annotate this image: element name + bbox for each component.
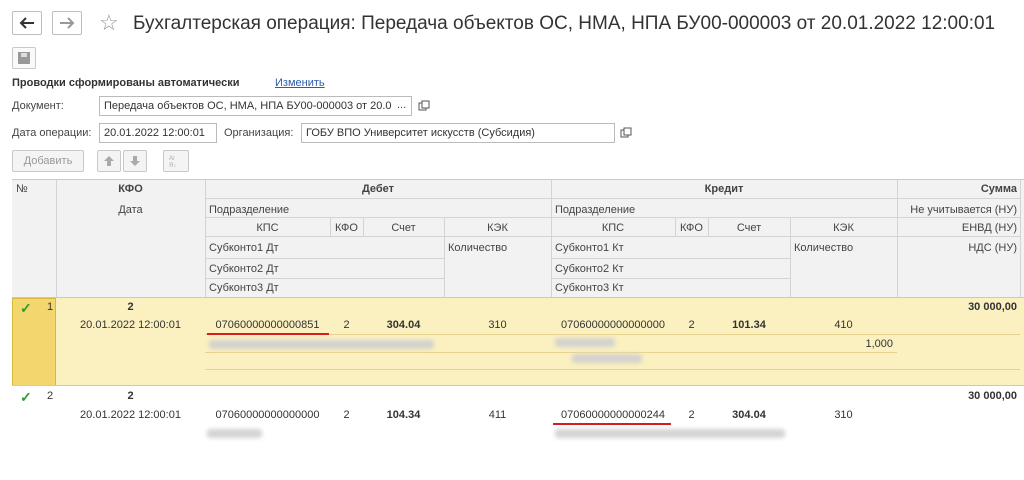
auto-postings-label: Проводки сформированы автоматически [12,77,240,89]
col-dt-account[interactable]: Счет [363,222,444,234]
col-dt-qty[interactable]: Количество [448,242,507,254]
move-up-button[interactable] [97,150,121,172]
redacted-text [555,338,615,347]
posted-check-icon: ✓ [20,300,32,316]
col-kt-kek[interactable]: КЭК [790,222,897,234]
open-org-button[interactable] [616,123,636,143]
open-document-button[interactable] [414,96,434,116]
move-down-button[interactable] [123,150,147,172]
col-dt-sub2[interactable]: Субконто2 Дт [209,263,279,275]
row-sum: 30 000,00 [968,390,1017,402]
col-kt-division[interactable]: Подразделение [555,204,635,216]
underline-mark [553,423,671,425]
change-link[interactable]: Изменить [275,77,325,89]
underline-mark [207,333,329,335]
row-kfo: 2 [127,390,134,402]
redacted-text [555,429,785,438]
star-icon[interactable]: ☆ [99,12,119,34]
document-label: Документ: [12,100,64,112]
row-kt-kps: 07060000000000244 [560,409,665,421]
redacted-text [572,354,642,363]
row-dt-kps: 07060000000000851 [215,319,320,331]
col-credit[interactable]: Кредит [551,183,897,195]
date-label: Дата операции: [12,127,92,139]
row-date: 20.01.2022 12:00:01 [80,319,181,331]
col-dt-kfo[interactable]: КФО [330,222,363,234]
arrow-down-icon [130,156,140,166]
col-kt-sub1[interactable]: Субконто1 Кт [555,242,624,254]
col-dt-sub3[interactable]: Субконто3 Дт [209,282,279,294]
col-kfo[interactable]: КФО [56,183,205,195]
col-dt-kps[interactable]: КПС [205,222,330,234]
redacted-text [209,340,434,349]
svg-text:Я↓: Я↓ [169,163,176,168]
col-num[interactable]: № [16,183,28,195]
redacted-text [207,429,262,438]
col-kt-sub2[interactable]: Субконто2 Кт [555,263,624,275]
add-button[interactable]: Добавить [12,150,84,172]
back-button[interactable] [12,11,42,35]
arrow-right-icon [60,17,75,29]
row-dt-kek: 411 [488,409,507,421]
col-kt-kps[interactable]: КПС [551,222,675,234]
save-button[interactable] [12,47,36,69]
row-date: 20.01.2022 12:00:01 [80,409,181,421]
row-kt-kek: 310 [834,409,853,421]
col-sum[interactable]: Сумма [897,183,1017,195]
row-dt-kfo: 2 [343,319,350,331]
row-dt-account: 304.04 [386,319,421,331]
col-kt-sub3[interactable]: Субконто3 Кт [555,282,624,294]
row-num: 1 [47,301,54,313]
col-date[interactable]: Дата [56,204,205,216]
row-kt-kfo: 2 [688,319,695,331]
open-icon [620,127,632,138]
col-vat[interactable]: НДС (НУ) [897,242,1017,254]
document-field[interactable]: Передача объектов ОС, НМА, НПА БУ00-0000… [99,96,412,116]
row-dt-kfo: 2 [343,409,350,421]
sort-button[interactable]: Аг Я↓ [163,150,189,172]
col-envd[interactable]: ЕНВД (НУ) [897,222,1017,234]
row-kt-kfo: 2 [688,409,695,421]
org-label: Организация: [224,127,294,139]
row-dt-account: 104.34 [386,409,421,421]
row-kt-kek: 410 [834,319,853,331]
sort-icon: АгЯ↓ [169,156,176,168]
floppy-icon [18,52,30,64]
col-kt-kfo[interactable]: КФО [675,222,708,234]
arrow-left-icon [19,17,34,29]
row-num: 2 [47,390,54,402]
col-dt-division[interactable]: Подразделение [209,204,289,216]
row-kt-kps: 07060000000000000 [560,319,665,331]
posted-check-icon: ✓ [20,389,32,405]
open-icon [418,100,430,111]
row-kfo: 2 [127,301,134,313]
row-dt-kek: 310 [488,319,507,331]
col-dt-sub1[interactable]: Субконто1 Дт [209,242,279,254]
row-dt-kps: 07060000000000000 [215,409,320,421]
date-field[interactable]: 20.01.2022 12:00:01 [99,123,217,143]
col-dt-kek[interactable]: КЭК [444,222,551,234]
col-debit[interactable]: Дебет [205,183,551,195]
document-select-button[interactable]: ... [397,99,406,111]
col-kt-account[interactable]: Счет [708,222,790,234]
postings-table: № КФО Дата Дебет Кредит Сумма Подразделе… [12,179,1024,480]
row-kt-qty: 1,000 [865,338,893,350]
svg-text:Аг: Аг [169,156,176,162]
arrow-up-icon [104,156,114,166]
row-sum: 30 000,00 [968,301,1017,313]
row-kt-account: 101.34 [732,319,766,331]
org-field[interactable]: ГОБУ ВПО Университет искусств (Субсидия) [301,123,615,143]
page-title: Бухгалтерская операция: Передача объекто… [133,13,996,34]
col-kt-qty[interactable]: Количество [794,242,853,254]
forward-button[interactable] [52,11,82,35]
col-not-counted[interactable]: Не учитывается (НУ) [897,204,1017,216]
row-kt-account: 304.04 [732,409,766,421]
